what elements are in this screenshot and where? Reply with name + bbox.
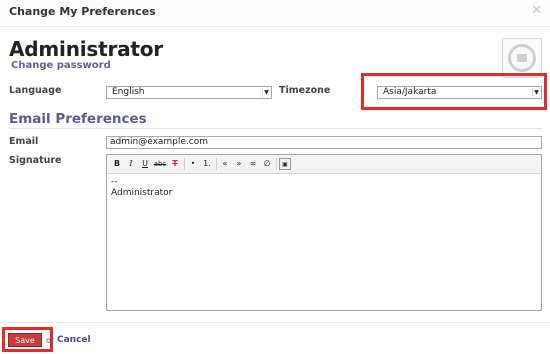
or-label: or: [46, 336, 55, 345]
italic-button[interactable]: I: [125, 158, 137, 170]
outdent-button[interactable]: «: [219, 158, 231, 170]
save-button[interactable]: Save: [8, 333, 42, 347]
email-label: Email: [9, 136, 39, 147]
toolbar-separator: [216, 158, 217, 170]
language-select[interactable]: English ▼: [106, 86, 272, 99]
section-divider: [9, 128, 542, 129]
numbered-list-button[interactable]: 1.: [201, 158, 213, 170]
underline-button[interactable]: U: [139, 158, 151, 170]
language-select-value: English: [112, 87, 145, 97]
link-button[interactable]: ∞: [247, 158, 259, 170]
remove-format-button[interactable]: T: [169, 158, 181, 170]
signature-line: Administrator: [111, 188, 173, 198]
bullet-list-button[interactable]: •: [187, 158, 199, 170]
toolbar-separator: [276, 158, 277, 170]
timezone-highlight: [361, 73, 547, 110]
editor-toolbar: B I U abc T • 1. « » ∞ ∅ ▣: [107, 155, 541, 174]
email-field[interactable]: admin@example.com: [106, 136, 542, 149]
avatar[interactable]: [502, 38, 542, 78]
signature-text: -- Administrator: [111, 177, 172, 199]
profile-name: Administrator: [9, 37, 163, 61]
signature-line: --: [111, 177, 118, 187]
unlink-button[interactable]: ∅: [261, 158, 273, 170]
footer-divider: [0, 322, 550, 323]
dialog-titlebar: Change My Preferences ✕: [0, 0, 550, 27]
indent-button[interactable]: »: [233, 158, 245, 170]
change-password-link[interactable]: Change password: [11, 60, 111, 71]
close-icon[interactable]: ✕: [531, 4, 542, 18]
language-label: Language: [9, 85, 62, 96]
cancel-link[interactable]: Cancel: [57, 335, 91, 345]
dialog-title: Change My Preferences: [9, 5, 156, 18]
toolbar-separator: [184, 158, 185, 170]
strikethrough-button[interactable]: abc: [153, 158, 167, 170]
source-button[interactable]: ▣: [279, 158, 291, 170]
bold-button[interactable]: B: [111, 158, 123, 170]
signature-editor[interactable]: B I U abc T • 1. « » ∞ ∅ ▣ -- Administra…: [106, 154, 542, 311]
signature-label: Signature: [9, 155, 62, 166]
email-preferences-heading: Email Preferences: [9, 111, 147, 127]
chevron-down-icon: ▼: [262, 88, 270, 97]
timezone-label: Timezone: [279, 85, 331, 96]
camera-icon: [508, 44, 536, 72]
